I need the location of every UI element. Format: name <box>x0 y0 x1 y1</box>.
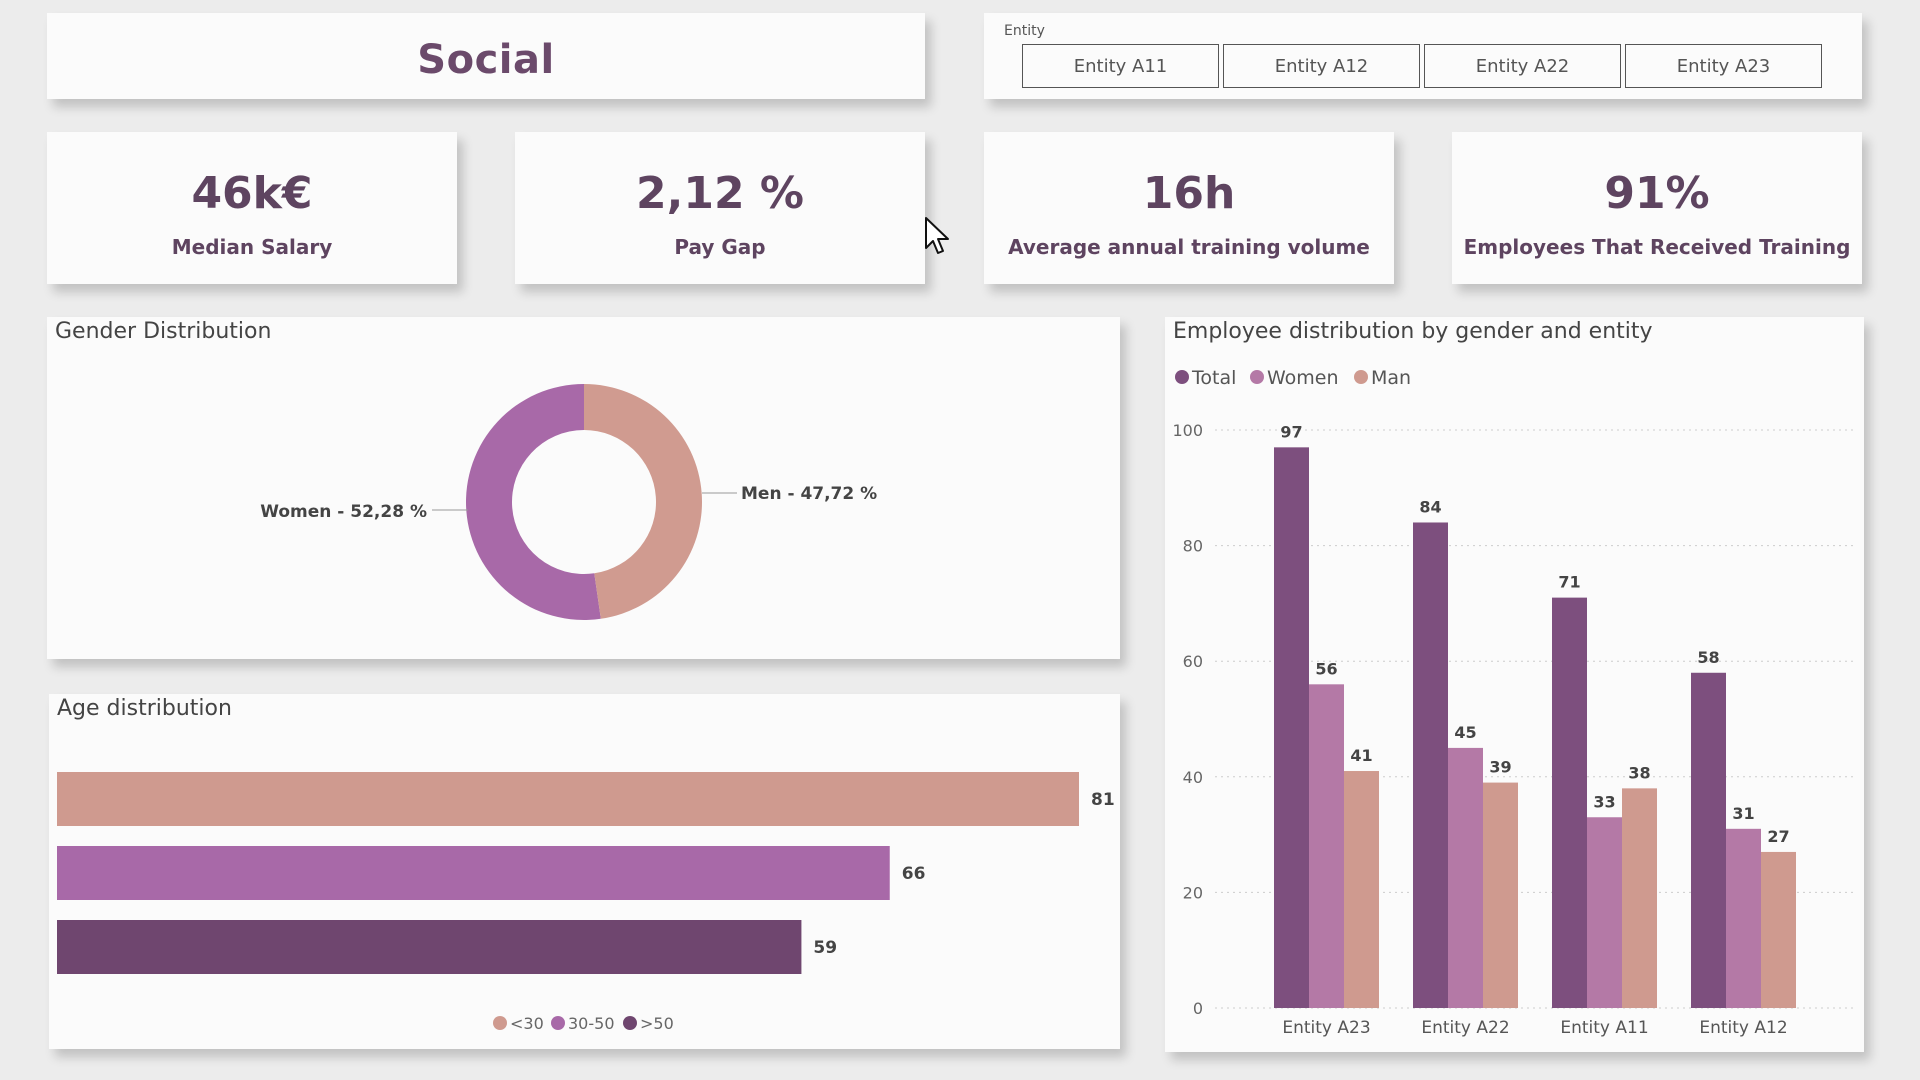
age-legend: <30 30-50 >50 <box>493 1014 674 1033</box>
bar-value-man-2: 38 <box>1628 763 1650 782</box>
legend-label-gt50: >50 <box>640 1014 674 1033</box>
title-card: Social <box>47 13 925 99</box>
bar-women-1[interactable] <box>1448 747 1483 1008</box>
legend-dot-women <box>1250 370 1264 384</box>
y-tick-label-4: 80 <box>1183 537 1203 556</box>
legend-dot-total <box>1175 370 1189 384</box>
bar-value-man-0: 41 <box>1350 746 1372 765</box>
donut-slice-men[interactable] <box>584 384 702 619</box>
legend-label-30-50: 30-50 <box>568 1014 615 1033</box>
slicer-option-entity-a23[interactable]: Entity A23 <box>1625 44 1822 88</box>
y-tick-label-5: 100 <box>1172 421 1203 440</box>
kpi-median-salary: 46k€ Median Salary <box>47 132 457 284</box>
bar-total-2[interactable] <box>1552 597 1587 1008</box>
age-bar-value-0: 81 <box>1091 790 1115 810</box>
bar-value-man-3: 27 <box>1767 827 1789 846</box>
donut-slice-women[interactable] <box>465 384 601 620</box>
bar-total-1[interactable] <box>1413 522 1448 1008</box>
kpi-value: 16h <box>1142 168 1236 219</box>
legend-label-women: Women <box>1267 367 1339 389</box>
legend-dot-30-50 <box>551 1016 565 1030</box>
bar-man-2[interactable] <box>1622 788 1657 1008</box>
kpi-value: 2,12 % <box>636 168 804 219</box>
page-title: Social <box>417 37 555 83</box>
bar-man-0[interactable] <box>1344 771 1379 1008</box>
kpi-value: 91% <box>1604 168 1710 219</box>
entity-slicer: Entity Entity A11 Entity A12 Entity A22 … <box>984 13 1862 99</box>
kpi-label: Median Salary <box>171 235 333 259</box>
y-tick-label-2: 40 <box>1183 768 1203 787</box>
legend-dot-gt50 <box>623 1016 637 1030</box>
slicer-option-entity-a22[interactable]: Entity A22 <box>1424 44 1621 88</box>
mouse-pointer-icon <box>925 217 949 254</box>
bar-man-3[interactable] <box>1761 851 1796 1008</box>
women-data-label: Women - 52,28 % <box>260 502 427 522</box>
bar-total-3[interactable] <box>1691 672 1726 1008</box>
age-bar-value-1: 66 <box>902 864 926 884</box>
y-tick-label-1: 20 <box>1183 883 1203 902</box>
bar-value-man-1: 39 <box>1489 758 1511 777</box>
slicer-label: Entity <box>1004 23 1045 39</box>
bar-women-2[interactable] <box>1587 817 1622 1008</box>
employee-legend: Total Women Man <box>1175 367 1411 389</box>
kpi-label: Employees That Received Training <box>1463 235 1851 259</box>
legend-label-total: Total <box>1191 367 1236 389</box>
legend-dot-lt30 <box>493 1016 507 1030</box>
bar-value-total-2: 71 <box>1558 573 1580 592</box>
gender-distribution-card: Gender Distribution Women - 52,28 % Men … <box>47 317 1120 659</box>
bar-women-0[interactable] <box>1309 684 1344 1008</box>
bar-value-women-3: 31 <box>1732 804 1754 823</box>
age-bar-1[interactable] <box>57 846 890 900</box>
bar-value-total-0: 97 <box>1280 422 1302 441</box>
age-bar-chart: 81 66 59 <30 30-50 >50 <box>57 772 1115 1033</box>
kpi-label: Pay Gap <box>674 235 766 259</box>
men-data-label: Men - 47,72 % <box>741 484 877 504</box>
bar-man-1[interactable] <box>1483 782 1518 1008</box>
bar-women-3[interactable] <box>1726 828 1761 1008</box>
legend-dot-man <box>1354 370 1368 384</box>
kpi-training-volume: 16h Average annual training volume <box>984 132 1394 284</box>
kpi-label: Average annual training volume <box>1008 235 1370 259</box>
employee-grouped-bar-chart: Total Women Man 0 20 40 60 80 100 97 56 41 84 45 3… <box>1172 367 1855 1038</box>
age-bar-value-2: 59 <box>813 938 837 958</box>
kpi-pay-gap: 2,12 % Pay Gap <box>515 132 925 284</box>
age-distribution-card: Age distribution 81 66 59 <30 30-50 >50 <box>49 694 1120 1049</box>
x-tick-label-0: Entity A23 <box>1282 1018 1370 1038</box>
x-tick-label-2: Entity A11 <box>1560 1018 1648 1038</box>
x-tick-label-3: Entity A12 <box>1699 1018 1787 1038</box>
slicer-option-entity-a11[interactable]: Entity A11 <box>1022 44 1219 88</box>
legend-label-man: Man <box>1371 367 1411 389</box>
bar-value-total-3: 58 <box>1697 648 1719 667</box>
age-bar-0[interactable] <box>57 772 1079 826</box>
employee-distribution-card: Employee distribution by gender and enti… <box>1165 317 1864 1052</box>
slicer-option-entity-a12[interactable]: Entity A12 <box>1223 44 1420 88</box>
gender-donut-chart: Women - 52,28 % Men - 47,72 % <box>260 384 877 620</box>
kpi-value: 46k€ <box>191 168 313 219</box>
legend-label-lt30: <30 <box>510 1014 544 1033</box>
bar-value-women-2: 33 <box>1593 792 1615 811</box>
bar-value-women-0: 56 <box>1315 659 1337 678</box>
bar-value-women-1: 45 <box>1454 723 1476 742</box>
y-tick-label-0: 0 <box>1193 999 1203 1018</box>
y-tick-label-3: 60 <box>1183 652 1203 671</box>
kpi-employees-trained: 91% Employees That Received Training <box>1452 132 1862 284</box>
bar-total-0[interactable] <box>1274 447 1309 1009</box>
age-bar-2[interactable] <box>57 920 802 974</box>
bar-value-total-1: 84 <box>1419 497 1441 516</box>
x-tick-label-1: Entity A22 <box>1421 1018 1509 1038</box>
